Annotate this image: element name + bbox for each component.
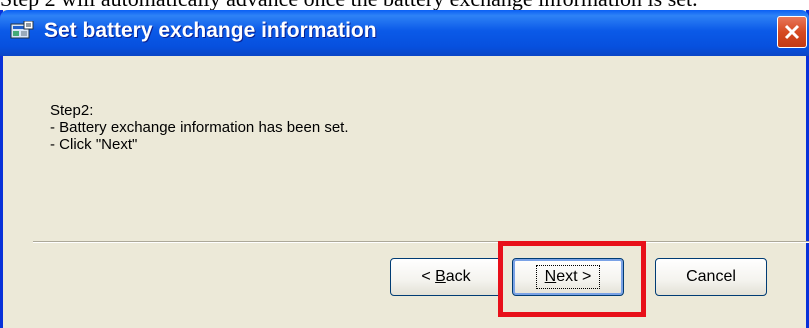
cancel-button[interactable]: Cancel — [655, 258, 767, 296]
back-button-label: < Back — [421, 268, 471, 285]
instruction-line-1: - Battery exchange information has been … — [50, 119, 349, 136]
step-heading: Step2: — [50, 102, 94, 119]
instruction-line-2: - Click "Next" — [50, 136, 138, 153]
battery-app-icon — [10, 20, 34, 43]
instructions: Step2: - Battery exchange information ha… — [50, 102, 349, 153]
back-button[interactable]: < Back — [390, 258, 502, 296]
close-button[interactable] — [777, 16, 807, 48]
window-title: Set battery exchange information — [44, 19, 377, 42]
title-bar[interactable]: Set battery exchange information — [0, 10, 809, 56]
cancel-button-label: Cancel — [686, 268, 736, 285]
separator — [33, 241, 809, 243]
next-highlight-box — [498, 241, 646, 317]
close-icon — [784, 24, 800, 40]
page-caption: Step 2 will automatically advance once t… — [0, 0, 809, 10]
